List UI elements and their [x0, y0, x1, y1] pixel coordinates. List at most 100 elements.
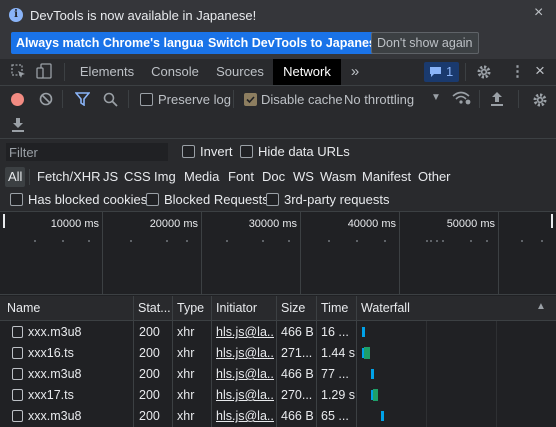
preserve-log-checkbox[interactable] — [140, 93, 153, 106]
clear-icon[interactable] — [39, 92, 53, 106]
request-name[interactable]: xxx.m3u8 — [28, 364, 132, 385]
third-party-label: 3rd-party requests — [284, 192, 390, 207]
blocked-requests-checkbox[interactable] — [146, 193, 159, 206]
export-har-icon[interactable] — [11, 117, 25, 132]
match-language-button[interactable]: Always match Chrome's language — [11, 32, 224, 54]
request-initiator[interactable]: hls.js@la... — [216, 343, 274, 364]
waterfall-bar — [381, 411, 384, 421]
network-settings-gear-icon[interactable] — [532, 92, 548, 108]
table-row[interactable]: xxx17.ts 200 xhr hls.js@la... 270... 1.2… — [0, 385, 556, 406]
record-icon[interactable] — [11, 93, 24, 106]
waterfall-bar-download — [364, 347, 370, 359]
request-type: xhr — [177, 409, 195, 423]
request-status: 200 — [139, 325, 160, 339]
disable-cache-checkbox[interactable] — [244, 93, 257, 106]
filter-input[interactable]: Filter — [6, 143, 168, 161]
divider — [64, 63, 65, 81]
request-name[interactable]: xxx.m3u8 — [28, 322, 132, 343]
overview-left-handle[interactable] — [3, 214, 5, 228]
request-initiator[interactable]: hls.js@la... — [216, 364, 274, 385]
overview-gridline — [399, 212, 400, 294]
request-status: 200 — [139, 388, 160, 402]
type-filter-all[interactable]: All — [5, 167, 26, 187]
chevron-down-icon[interactable]: ▼ — [431, 92, 441, 103]
request-initiator[interactable]: hls.js@la... — [216, 406, 274, 427]
table-row[interactable]: xxx.m3u8 200 xhr hls.js@la... 466 B 77 .… — [0, 364, 556, 385]
table-row[interactable]: xxx.m3u8 200 xhr hls.js@la... 466 B 16 .… — [0, 322, 556, 343]
filter-icon[interactable] — [75, 92, 90, 106]
tab-elements[interactable]: Elements — [72, 59, 142, 85]
request-status: 200 — [139, 367, 160, 381]
tab-console[interactable]: Console — [142, 59, 208, 85]
third-party-checkbox[interactable] — [266, 193, 279, 206]
type-filter-ws[interactable]: WS — [290, 167, 317, 187]
request-initiator[interactable]: hls.js@la... — [216, 322, 274, 343]
waterfall-bar — [371, 369, 374, 379]
type-filter-doc[interactable]: Doc — [259, 167, 288, 187]
document-icon — [12, 326, 23, 338]
request-name[interactable]: xxx.m3u8 — [28, 406, 132, 427]
type-filter-fetch-xhr[interactable]: Fetch/XHR — [34, 167, 104, 187]
request-time: 1.44 s — [321, 346, 355, 360]
tab-network[interactable]: Network — [273, 59, 341, 85]
type-filter-css[interactable]: CSS — [121, 167, 154, 187]
request-initiator[interactable]: hls.js@la... — [216, 385, 274, 406]
table-row[interactable]: xxx16.ts 200 xhr hls.js@la... 271... 1.4… — [0, 343, 556, 364]
column-status[interactable]: Stat... — [138, 296, 171, 320]
more-options-icon[interactable]: ⋮ — [510, 64, 525, 79]
request-status: 200 — [139, 409, 160, 423]
request-time: 77 ... — [321, 367, 349, 381]
type-filter-other[interactable]: Other — [415, 167, 454, 187]
invert-checkbox[interactable] — [182, 145, 195, 158]
request-time: 16 ... — [321, 325, 349, 339]
request-type: xhr — [177, 367, 195, 381]
column-size[interactable]: Size — [281, 296, 305, 320]
column-waterfall[interactable]: Waterfall — [361, 296, 410, 320]
network-conditions-icon[interactable] — [452, 90, 472, 106]
inspect-element-icon[interactable] — [11, 64, 26, 79]
column-time[interactable]: Time — [321, 296, 348, 320]
import-har-icon[interactable] — [490, 91, 504, 106]
filter-placeholder: Filter — [9, 145, 38, 160]
throttling-select[interactable]: No throttling — [344, 92, 414, 107]
switch-japanese-button[interactable]: Switch DevTools to Japanese — [203, 32, 388, 54]
request-name[interactable]: xxx17.ts — [28, 385, 132, 406]
overview-tick: 40000 ms — [347, 218, 396, 230]
overview-tick: 20000 ms — [149, 218, 198, 230]
type-filter-img[interactable]: Img — [151, 167, 179, 187]
column-type[interactable]: Type — [177, 296, 204, 320]
column-name[interactable]: Name — [7, 296, 40, 320]
issues-badge[interactable]: 1 — [424, 62, 459, 82]
request-time: 65 ... — [321, 409, 349, 423]
search-icon[interactable] — [103, 92, 118, 107]
type-filter-media[interactable]: Media — [181, 167, 222, 187]
close-devtools-icon[interactable]: × — [535, 61, 545, 81]
waterfall-bar-download — [373, 389, 378, 401]
sort-up-icon[interactable]: ▲ — [536, 301, 546, 312]
divider — [233, 90, 234, 108]
document-icon — [12, 410, 23, 422]
hide-data-urls-checkbox[interactable] — [240, 145, 253, 158]
settings-gear-icon[interactable] — [476, 64, 492, 80]
type-filter-wasm[interactable]: Wasm — [317, 167, 359, 187]
overview-gridline — [102, 212, 103, 294]
overview-right-handle[interactable] — [551, 214, 553, 228]
more-tabs-icon[interactable]: » — [345, 59, 365, 85]
column-initiator[interactable]: Initiator — [216, 296, 257, 320]
blocked-cookies-checkbox[interactable] — [10, 193, 23, 206]
type-filter-font[interactable]: Font — [225, 167, 257, 187]
request-time: 1.29 s — [321, 388, 355, 402]
type-filter-js[interactable]: JS — [100, 167, 121, 187]
info-icon: i — [9, 8, 23, 22]
table-row[interactable]: xxx.m3u8 200 xhr hls.js@la... 466 B 65 .… — [0, 406, 556, 427]
request-name[interactable]: xxx16.ts — [28, 343, 132, 364]
tab-sources[interactable]: Sources — [208, 59, 272, 85]
request-type: xhr — [177, 388, 195, 402]
issues-count: 1 — [446, 64, 454, 79]
device-toolbar-icon[interactable] — [36, 63, 53, 79]
disable-cache-label: Disable cache — [261, 92, 343, 107]
blocked-requests-label: Blocked Requests — [164, 192, 269, 207]
close-icon[interactable]: × — [534, 4, 543, 22]
dont-show-again-button[interactable]: Don't show again — [371, 32, 479, 54]
type-filter-manifest[interactable]: Manifest — [359, 167, 414, 187]
